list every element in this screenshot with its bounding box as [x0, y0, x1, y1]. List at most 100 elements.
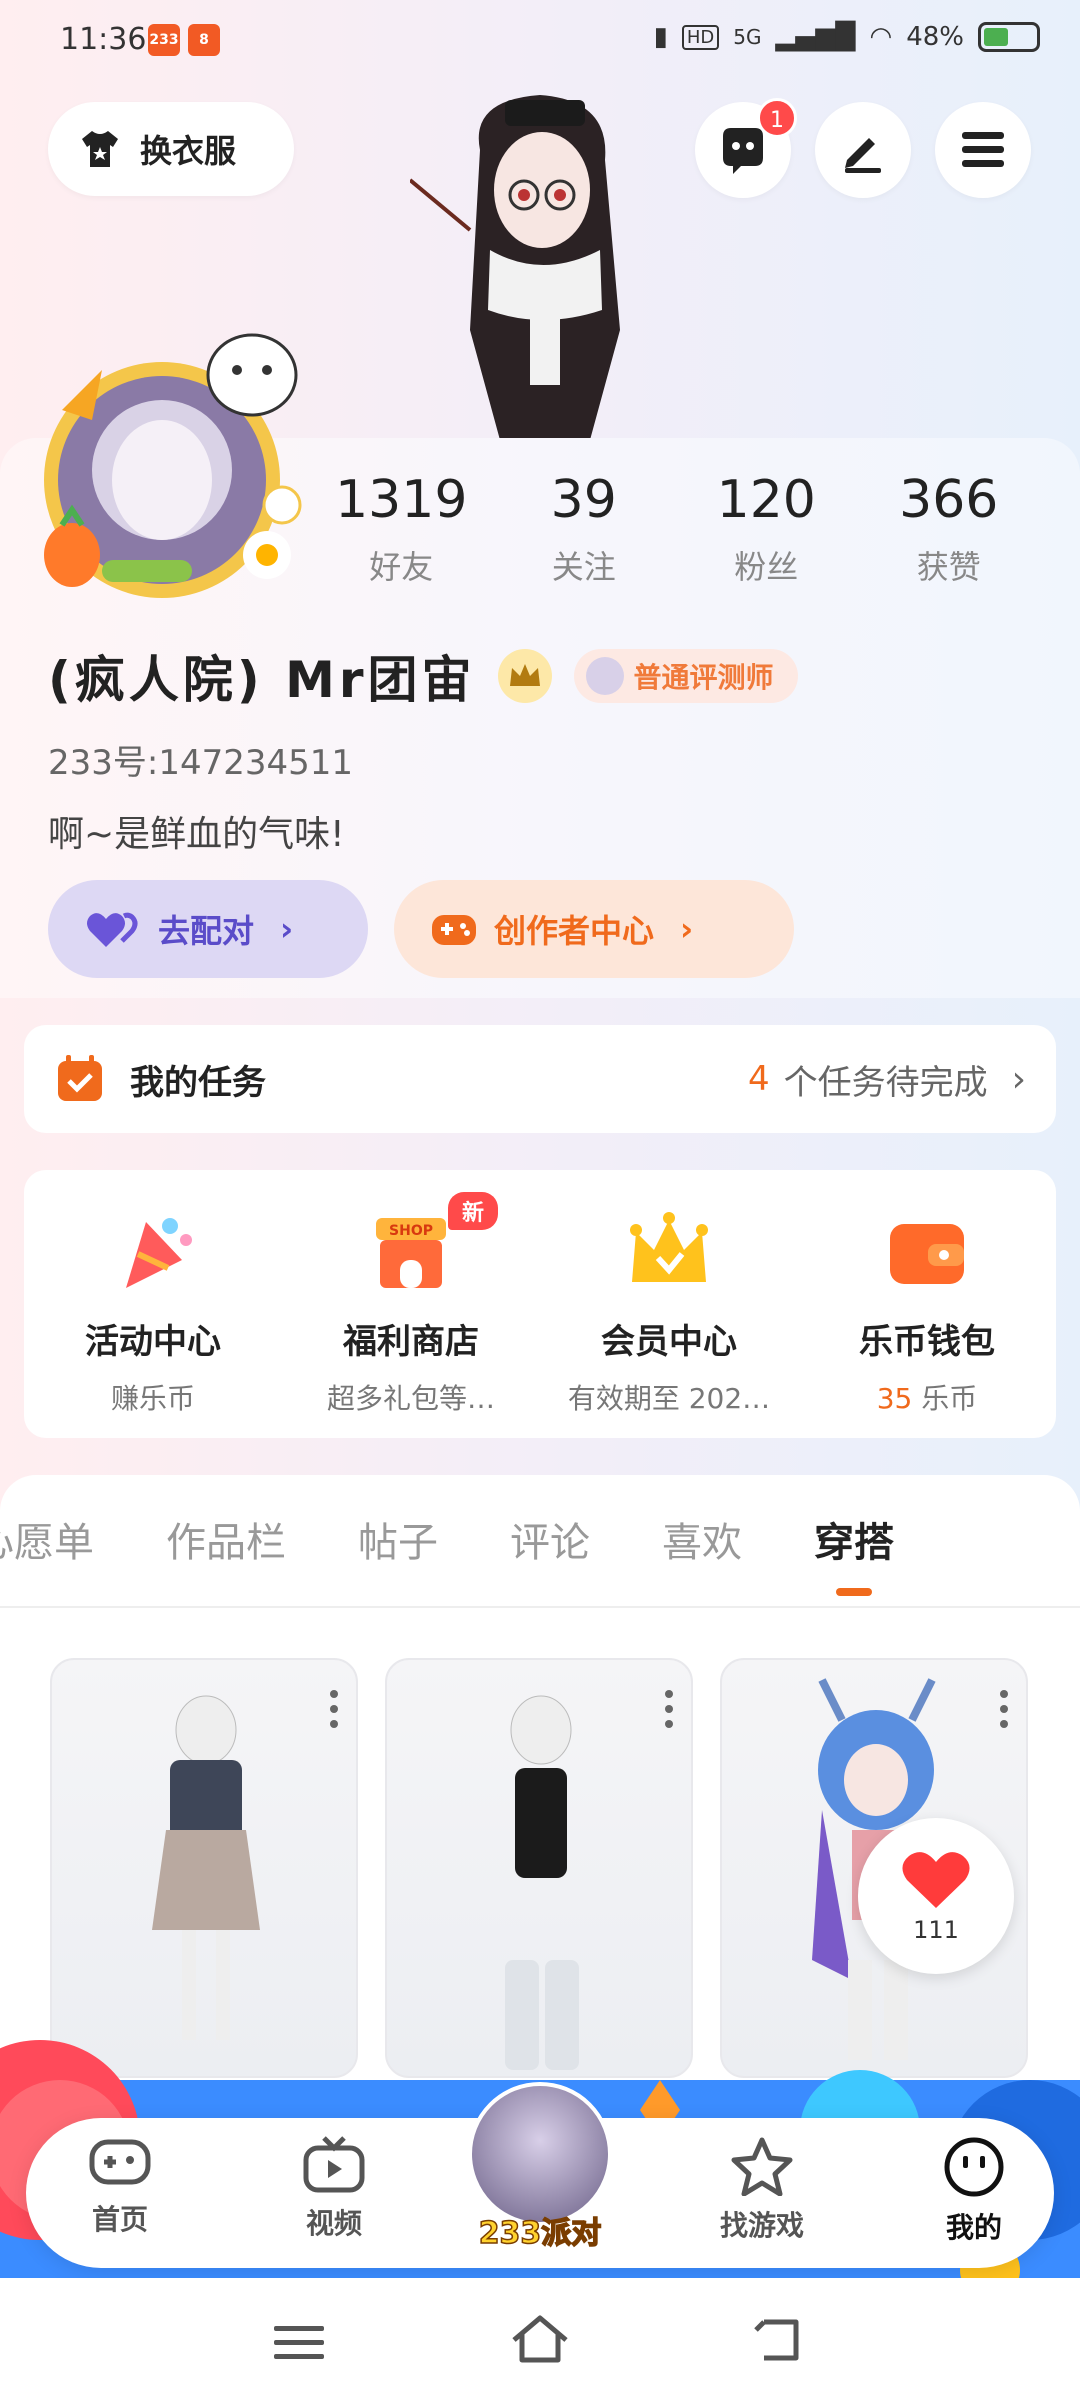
- member-center-sub: 有效期至 202…: [567, 1382, 771, 1415]
- signal-icon: ▂▄▆█: [775, 22, 856, 52]
- nav-home-label: 首页: [91, 2203, 148, 2236]
- more-icon[interactable]: [330, 1690, 338, 1728]
- welfare-shop-title: 福利商店: [343, 1322, 479, 1362]
- profile-tabs: 心愿单 作品栏 帖子 评论 喜欢 穿搭: [0, 1510, 1060, 1568]
- welfare-shop-item[interactable]: SHOP 新 福利商店 超多礼包等…: [282, 1170, 540, 1438]
- pen-icon: [845, 138, 881, 173]
- avatar-character-image[interactable]: [410, 80, 680, 440]
- svg-text:SHOP: SHOP: [389, 1223, 433, 1239]
- nav-video[interactable]: 视频: [274, 2136, 394, 2242]
- user-signature: 啊~是鲜血的气味!: [48, 814, 345, 855]
- recent-apps-icon[interactable]: [272, 2322, 326, 2362]
- chevron-right-icon: ›: [1011, 1058, 1026, 1100]
- wallet-icon: [890, 1224, 964, 1284]
- like-count: 111: [913, 1916, 959, 1944]
- tv-icon: [303, 2136, 365, 2193]
- stat-label: 获赞: [916, 548, 981, 586]
- hd-icon: HD: [681, 24, 720, 50]
- profile-stats: 1319 好友 39 关注 120 粉丝 366 获赞: [310, 470, 1040, 588]
- calendar-check-icon: [58, 1055, 102, 1101]
- activity-center-title: 活动中心: [85, 1322, 221, 1362]
- vip-crown-icon[interactable]: [497, 649, 552, 703]
- role-tag[interactable]: 普通评测师: [573, 649, 798, 703]
- new-badge: 新: [448, 1192, 499, 1230]
- stat-value: 366: [899, 470, 999, 530]
- chevron-right-icon: ›: [680, 910, 694, 948]
- heart-icon: [902, 1852, 970, 1908]
- network-label: 5G: [733, 25, 762, 49]
- battery-percent: 48%: [906, 22, 964, 52]
- nav-find-games[interactable]: 找游戏: [702, 2136, 822, 2244]
- stat-fans[interactable]: 120 粉丝: [675, 470, 858, 588]
- party-avatar-button[interactable]: [468, 2082, 612, 2226]
- stat-likes[interactable]: 366 获赞: [858, 470, 1041, 588]
- nav-home[interactable]: 首页: [60, 2136, 180, 2238]
- tab-likes[interactable]: 喜欢: [662, 1510, 742, 1568]
- like-floating-button[interactable]: 111: [858, 1818, 1014, 1974]
- role-tag-label: 普通评测师: [633, 661, 774, 694]
- chevron-right-icon: ›: [280, 910, 294, 948]
- gamepad-icon: [89, 2139, 151, 2185]
- creator-center-button[interactable]: 创作者中心 ›: [394, 880, 794, 978]
- coin-balance: 35: [876, 1382, 913, 1415]
- vibrate-icon: ▮: [653, 22, 668, 52]
- name-row: (疯人院) Mr团宙 普通评测师: [48, 640, 798, 712]
- more-icon[interactable]: [1000, 1690, 1008, 1728]
- app-notification-icon-2: 8: [188, 24, 220, 56]
- tab-comments[interactable]: 评论: [510, 1510, 590, 1568]
- shop-icon: SHOP: [376, 1218, 446, 1288]
- feature-grid: 活动中心 赚乐币 SHOP 新 福利商店 超多礼包等… 会员中心 有效期至 20…: [24, 1170, 1056, 1438]
- tab-wishlist[interactable]: 心愿单: [0, 1510, 94, 1568]
- user-id: 233号:147234511: [48, 743, 354, 783]
- nav-mine[interactable]: 我的: [914, 2136, 1034, 2246]
- tab-posts[interactable]: 帖子: [358, 1510, 438, 1568]
- coin-wallet-item[interactable]: 乐币钱包 35 乐币: [798, 1170, 1056, 1438]
- activity-center-item[interactable]: 活动中心 赚乐币: [24, 1170, 282, 1438]
- nav-mine-label: 我的: [945, 2211, 1002, 2244]
- nav-party-label[interactable]: 233派对: [466, 2208, 614, 2252]
- change-outfit-label: 换衣服: [140, 132, 237, 170]
- welfare-shop-sub: 超多礼包等…: [326, 1382, 495, 1415]
- stat-value: 1319: [335, 470, 468, 530]
- more-icon[interactable]: [665, 1690, 673, 1728]
- outfit-card[interactable]: [50, 1658, 358, 2078]
- member-center-item[interactable]: 会员中心 有效期至 202…: [540, 1170, 798, 1438]
- stat-friends[interactable]: 1319 好友: [310, 470, 493, 588]
- stat-label: 关注: [551, 548, 616, 586]
- stat-value: 39: [550, 470, 617, 530]
- back-icon[interactable]: [752, 2314, 806, 2364]
- my-tasks-bar[interactable]: 我的任务 4 个任务待完成 ›: [24, 1025, 1056, 1133]
- nav-video-label: 视频: [305, 2207, 362, 2240]
- user-name: (疯人院) Mr团宙: [48, 651, 476, 709]
- stat-following[interactable]: 39 关注: [493, 470, 676, 588]
- battery-icon: [978, 22, 1040, 52]
- smile-face-icon: [944, 2137, 1004, 2197]
- match-button[interactable]: 去配对 ›: [48, 880, 368, 978]
- shirt-icon: [82, 131, 118, 167]
- menu-button[interactable]: [935, 102, 1031, 198]
- stat-value: 120: [716, 470, 816, 530]
- status-right: ▮ HD 5G ▂▄▆█ ◠ 48%: [654, 22, 1040, 52]
- system-navigation-bar: [0, 2278, 1080, 2408]
- outfit-figure-image: [505, 1695, 579, 2070]
- nav-find-games-label: 找游戏: [719, 2209, 804, 2242]
- tab-works[interactable]: 作品栏: [166, 1510, 286, 1568]
- outfit-figure-image: [152, 1695, 260, 2040]
- coin-wallet-title: 乐币钱包: [859, 1322, 995, 1362]
- tab-outfits[interactable]: 穿搭: [814, 1510, 894, 1568]
- status-bar: 11:36 233 8 ▮ HD 5G ▂▄▆█ ◠ 48%: [0, 0, 1080, 82]
- tasks-text: 个任务待完成: [783, 1062, 988, 1103]
- user-avatar[interactable]: [32, 330, 302, 610]
- app-notification-icon: 233: [148, 24, 180, 56]
- change-outfit-button[interactable]: 换衣服: [48, 102, 294, 196]
- gamepad-icon: [432, 915, 476, 945]
- tasks-count: 4: [747, 1059, 770, 1099]
- crown-icon: [630, 1212, 708, 1282]
- stat-label: 粉丝: [734, 548, 799, 586]
- edit-button[interactable]: [815, 102, 911, 198]
- outfit-card[interactable]: [385, 1658, 693, 2078]
- messages-button[interactable]: 1: [695, 98, 797, 198]
- star-icon: [731, 2137, 793, 2196]
- coin-wallet-sub: 35 乐币: [877, 1377, 978, 1417]
- home-icon[interactable]: [510, 2314, 570, 2364]
